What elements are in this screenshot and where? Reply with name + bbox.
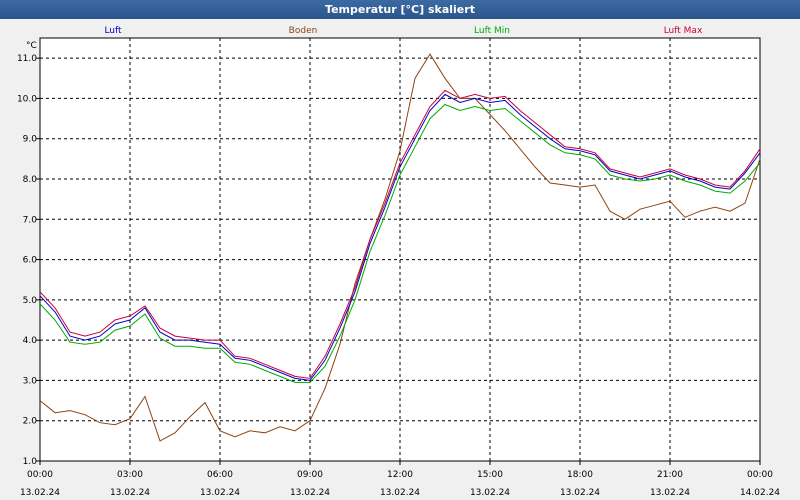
legend-entry: Boden: [289, 26, 318, 36]
x-tick-time-label: 06:00: [207, 470, 233, 480]
legend: Luft Boden Luft Min Luft Max: [104, 26, 703, 36]
y-tick-label: 8.0: [23, 175, 38, 185]
y-tick-label: 6.0: [23, 256, 38, 266]
y-tick-label: 4.0: [23, 336, 38, 346]
x-tick-date-label: 13.02.24: [650, 488, 690, 498]
x-tick-time-label: 00:00: [27, 470, 53, 480]
y-tick-label: 11.0: [17, 54, 37, 64]
x-tick-time-label: 18:00: [567, 470, 593, 480]
x-tick-time-label: 21:00: [657, 470, 683, 480]
x-tick-date-label: 14.02.24: [740, 488, 780, 498]
y-tick-label: 9.0: [23, 135, 38, 145]
x-tick-date-label: 13.02.24: [560, 488, 600, 498]
x-tick-date-label: 13.02.24: [20, 488, 60, 498]
x-tick-time-label: 00:00: [747, 470, 773, 480]
y-tick-label: 1.0: [23, 457, 38, 467]
y-tick-label: 5.0: [23, 296, 38, 306]
y-tick-label: 10.0: [17, 94, 37, 104]
legend-entry: Luft: [104, 26, 122, 36]
legend-entry: Luft Max: [664, 26, 703, 36]
x-tick-time-label: 12:00: [387, 470, 413, 480]
y-tick-label: 3.0: [23, 376, 38, 386]
x-tick-date-label: 13.02.24: [380, 488, 420, 498]
x-tick-date-label: 13.02.24: [200, 488, 240, 498]
x-tick-date-label: 13.02.24: [110, 488, 150, 498]
x-tick-date-label: 13.02.24: [290, 488, 330, 498]
x-tick-time-label: 15:00: [477, 470, 503, 480]
x-tick-date-label: 13.02.24: [470, 488, 510, 498]
temperature-chart: °C 1.0 2.0 3.0 4.0 5.0 6.0 7.0 8.0 9.0 10.0 11.0 0…: [17, 26, 780, 498]
y-axis-ticks: 1.0 2.0 3.0 4.0 5.0 6.0 7.0 8.0 9.0 10.0 11.0: [17, 54, 40, 467]
window-title: Temperatur [°C] skaliert: [0, 0, 800, 19]
x-axis-ticks: 00:00 13.02.24 03:00 13.02.24 06:00 13.02.24 0…: [20, 461, 780, 498]
x-tick-time-label: 03:00: [117, 470, 143, 480]
x-tick-time-label: 09:00: [297, 470, 323, 480]
y-unit-label: °C: [26, 41, 37, 51]
y-tick-label: 7.0: [23, 215, 38, 225]
y-tick-label: 2.0: [23, 417, 38, 427]
legend-entry: Luft Min: [474, 26, 510, 36]
